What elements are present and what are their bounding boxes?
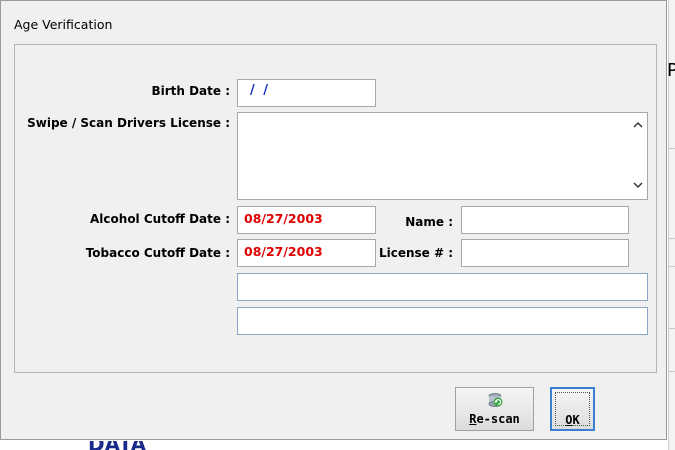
background-divider: [669, 266, 675, 267]
tobacco-cutoff-label: Tobacco Cutoff Date :: [85, 246, 230, 260]
background-divider: [669, 328, 675, 329]
background-divider: [669, 371, 675, 372]
chevron-up-icon[interactable]: [633, 121, 643, 131]
rescan-button[interactable]: Re-scan: [455, 387, 534, 431]
name-field[interactable]: [461, 206, 629, 234]
background-heading-fragment: DATA: [88, 441, 178, 450]
rescan-button-label: Re-scan: [469, 412, 520, 426]
alcohol-cutoff-field[interactable]: 08/27/2003: [237, 206, 376, 234]
age-verification-dialog: Age Verification Birth Date : / / Swipe …: [0, 0, 667, 440]
swipe-scan-textarea[interactable]: [237, 112, 648, 200]
refresh-icon: [486, 392, 504, 408]
tobacco-cutoff-value: 08/27/2003: [244, 244, 323, 259]
extra-info-field-1[interactable]: [237, 273, 648, 301]
tobacco-cutoff-field[interactable]: 08/27/2003: [237, 239, 376, 267]
ok-button[interactable]: OK: [550, 387, 595, 431]
ok-button-label: OK: [565, 413, 580, 427]
dialog-title: Age Verification: [14, 17, 113, 32]
extra-info-field-2[interactable]: [237, 307, 648, 335]
license-number-field[interactable]: [461, 239, 629, 267]
alcohol-cutoff-value: 08/27/2003: [244, 211, 323, 226]
background-divider: [669, 238, 675, 239]
alcohol-cutoff-label: Alcohol Cutoff Date :: [90, 212, 230, 226]
title-bar[interactable]: Age Verification: [1, 1, 666, 39]
swipe-scan-label: Swipe / Scan Drivers License :: [27, 116, 230, 130]
license-number-label: License # :: [378, 246, 453, 260]
birth-date-value: / /: [250, 83, 271, 98]
chevron-down-icon[interactable]: [633, 181, 643, 191]
background-divider: [669, 148, 675, 149]
birth-date-field[interactable]: / /: [237, 79, 376, 107]
birth-date-label: Birth Date :: [151, 84, 230, 98]
name-label: Name :: [405, 215, 453, 229]
background-text-fragment: P: [667, 60, 675, 81]
